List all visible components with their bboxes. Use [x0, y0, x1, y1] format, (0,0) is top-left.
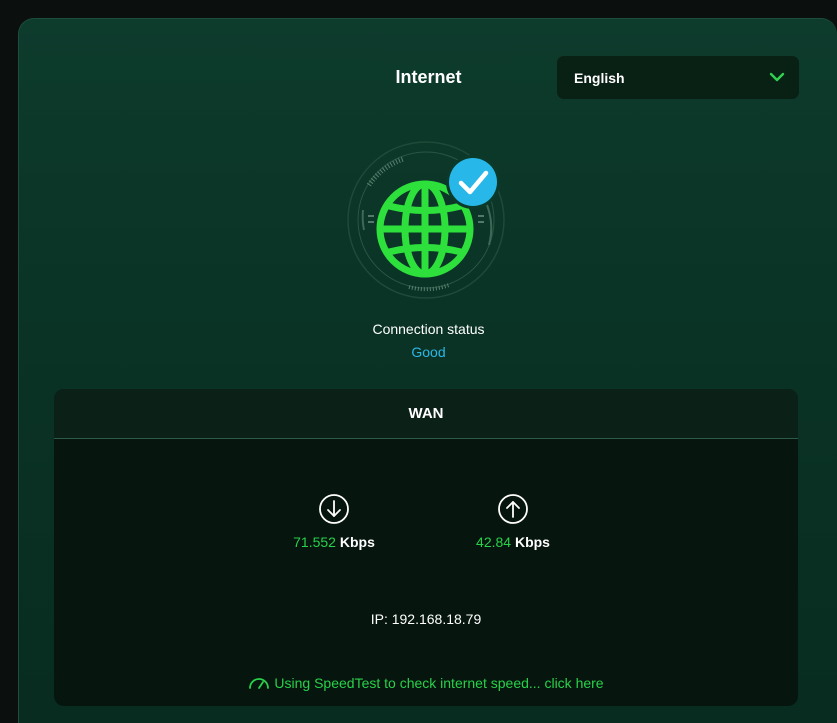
- download-speed: 71.552 Kbps: [259, 493, 409, 550]
- download-speed-unit: Kbps: [339, 534, 375, 550]
- chevron-down-icon: [769, 72, 785, 82]
- language-select[interactable]: English: [557, 56, 799, 99]
- upload-speed-unit: Kbps: [514, 534, 550, 550]
- wan-panel: WAN 71.552 Kbps 42.84 Kbps IP: 192.168.1…: [54, 389, 798, 706]
- upload-speed-value: 42.84: [476, 534, 512, 550]
- connection-graphic: [339, 135, 519, 315]
- speedtest-link-text: Using SpeedTest to check internet speed.…: [274, 675, 604, 691]
- upload-speed: 42.84 Kbps: [438, 493, 588, 550]
- connection-status-value: Good: [411, 344, 446, 360]
- speedtest-link[interactable]: Using SpeedTest to check internet speed.…: [54, 675, 798, 691]
- check-badge-icon: [446, 155, 500, 209]
- language-selected-value: English: [574, 69, 625, 86]
- ip-address: IP: 192.168.18.79: [370, 611, 482, 627]
- internet-card: Internet English Connection status Good …: [18, 18, 837, 723]
- download-arrow-icon: [319, 494, 349, 524]
- upload-arrow-icon: [498, 494, 528, 524]
- wan-panel-title: WAN: [54, 389, 798, 439]
- connection-status-label: Connection status: [372, 321, 485, 337]
- speedometer-icon: [249, 678, 270, 689]
- download-speed-value: 71.552: [293, 534, 336, 550]
